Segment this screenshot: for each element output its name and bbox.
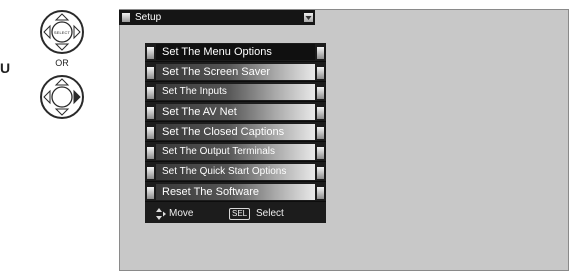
sel-key-icon: SEL [229, 208, 251, 220]
menu-item-label: Set The Screen Saver [162, 66, 271, 78]
setup-menu: Set The Menu Options Set The Screen Save… [145, 43, 326, 223]
item-left-tab [147, 147, 154, 159]
move-arrows-icon [156, 208, 166, 220]
menu-item-label: Set The Closed Captions [162, 126, 285, 138]
item-right-tab [317, 87, 324, 99]
right-arrow-button-icon [40, 75, 84, 119]
menu-item-closed-captions[interactable]: Set The Closed Captions [145, 123, 326, 142]
item-right-tab [317, 187, 324, 199]
item-right-tab [317, 67, 324, 79]
item-right-tab [317, 167, 324, 179]
menu-item-label: Set The AV Net [162, 106, 237, 118]
select-hint-label: Select [256, 208, 284, 219]
item-left-tab [147, 107, 154, 119]
item-left-tab [147, 67, 154, 79]
item-left-tab [147, 47, 154, 59]
menu-item-label: Set The Inputs [162, 86, 227, 97]
header-title: Setup [135, 12, 162, 23]
item-left-tab [147, 187, 154, 199]
select-button-icon: SELECT [40, 10, 84, 54]
cut-off-letter: U [0, 60, 11, 76]
menu-item-reset-software[interactable]: Reset The Software [145, 183, 326, 202]
menu-item-inputs[interactable]: Set The Inputs [145, 83, 326, 102]
menu-item-quick-start-options[interactable]: Set The Quick Start Options [145, 163, 326, 182]
header-tab-icon [122, 13, 130, 22]
item-left-tab [147, 167, 154, 179]
menu-item-label: Set The Menu Options [162, 46, 272, 58]
select-button-label: SELECT [53, 30, 71, 35]
item-left-tab [147, 87, 154, 99]
menu-item-output-terminals[interactable]: Set The Output Terminals [145, 143, 326, 162]
or-label: OR [55, 58, 69, 68]
setup-header: Setup [119, 10, 315, 25]
item-right-tab [317, 107, 324, 119]
hint-bar: Move SEL Select [145, 206, 326, 223]
menu-item-label: Reset The Software [162, 186, 260, 198]
item-left-tab [147, 127, 154, 139]
item-right-tab [317, 47, 324, 59]
menu-item-label: Set The Output Terminals [162, 146, 276, 157]
menu-item-menu-options[interactable]: Set The Menu Options [145, 43, 326, 62]
move-hint-label: Move [169, 208, 194, 219]
menu-item-av-net[interactable]: Set The AV Net [145, 103, 326, 122]
item-right-tab [317, 127, 324, 139]
item-right-tab [317, 147, 324, 159]
dropdown-arrow-icon[interactable] [304, 13, 313, 22]
menu-item-screen-saver[interactable]: Set The Screen Saver [145, 63, 326, 82]
menu-item-label: Set The Quick Start Options [162, 166, 287, 177]
